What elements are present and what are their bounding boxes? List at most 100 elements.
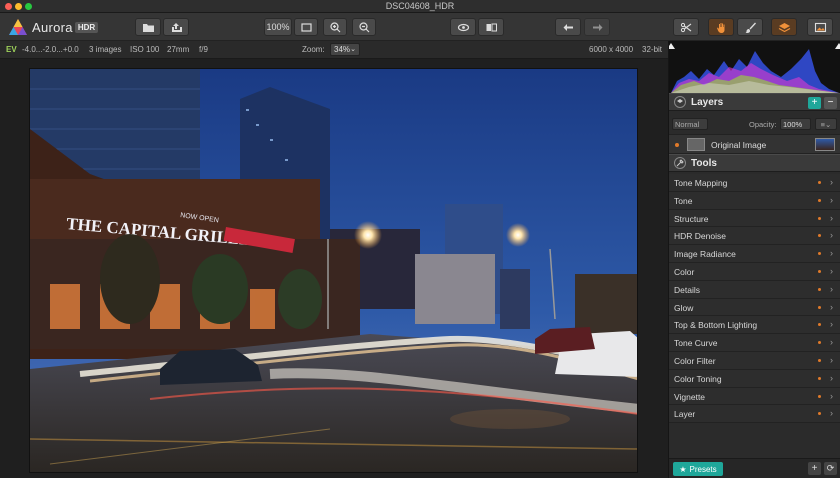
window-title: DSC04608_HDR [385, 1, 455, 11]
presets-label: Presets [689, 464, 717, 474]
share-icon [171, 22, 182, 32]
chevron-right-icon: › [830, 408, 833, 419]
undo-arrow-icon [563, 23, 573, 31]
menu-icon: ≡⌄ [820, 120, 832, 129]
add-layer-button[interactable]: + [808, 97, 821, 109]
image-resolution: 6000 x 4000 [589, 45, 634, 54]
layer-row[interactable]: Original Image [669, 134, 840, 154]
iso-value: ISO 100 [130, 45, 160, 54]
active-dot-icon [818, 376, 821, 380]
plus-icon: + [811, 463, 818, 474]
chevron-down-icon: ⌄ [350, 46, 356, 53]
zoom-out-button[interactable] [352, 18, 376, 36]
image-canvas-area[interactable]: THE CAPITAL GRILLE NOW OPEN [0, 59, 668, 478]
zoom-label: Zoom: [302, 45, 325, 54]
app-logo: Aurora HDR [8, 17, 99, 37]
plus-icon: + [811, 97, 818, 108]
chevron-right-icon: › [830, 177, 833, 187]
export-button[interactable] [807, 18, 833, 36]
layers-icon [674, 96, 686, 108]
preview-button[interactable] [450, 18, 476, 36]
layer-menu-button[interactable]: ≡⌄ [815, 118, 837, 130]
active-dot-icon [818, 323, 821, 327]
tool-color-toning[interactable]: Color Toning › [669, 369, 840, 388]
layer-controls: Normal Opacity: 100% ≡⌄ [669, 115, 840, 134]
tool-top-bottom-lighting[interactable]: Top & Bottom Lighting › [669, 316, 840, 335]
chevron-right-icon: › [830, 372, 833, 383]
histogram [669, 41, 840, 93]
hdr-photo[interactable]: THE CAPITAL GRILLE NOW OPEN [29, 68, 638, 473]
remove-layer-button[interactable]: − [824, 97, 837, 109]
image-export-icon [814, 22, 826, 32]
opacity-select[interactable]: 100% [780, 118, 811, 130]
add-preset-button[interactable]: + [808, 462, 821, 475]
chevron-right-icon: › [830, 354, 833, 365]
blend-mode-select[interactable]: Normal [672, 118, 708, 130]
panel-bottom-bar: ★ Presets + ⟳ [669, 458, 840, 478]
active-dot-icon [818, 358, 821, 362]
layers-panel-button[interactable] [771, 18, 797, 36]
active-dot-icon [818, 234, 821, 238]
tool-tone-mapping[interactable]: Tone Mapping › [669, 174, 840, 192]
active-dot-icon [818, 412, 821, 416]
zoom-in-icon [329, 21, 340, 32]
tools-section-header[interactable]: Tools [669, 154, 840, 172]
refresh-presets-button[interactable]: ⟳ [824, 462, 837, 475]
tool-tone-curve[interactable]: Tone Curve › [669, 334, 840, 352]
brush-tool-button[interactable] [737, 18, 763, 36]
layer-preview-thumbnail [815, 138, 835, 151]
ev-label: EV [6, 45, 17, 54]
presets-button[interactable]: ★ Presets [673, 462, 723, 476]
star-icon: ★ [679, 464, 687, 474]
eye-icon [457, 23, 469, 31]
redo-button[interactable] [584, 18, 610, 36]
tool-image-radiance[interactable]: Image Radiance › [669, 245, 840, 263]
chevron-right-icon: › [830, 230, 833, 241]
hand-tool-button[interactable] [708, 18, 734, 36]
crop-button[interactable] [673, 18, 699, 36]
tool-layer[interactable]: Layer › [669, 405, 840, 424]
chevron-right-icon: › [830, 283, 833, 294]
tool-list: Tone Mapping › Tone › Structure › HDR Denoi… [669, 174, 840, 424]
fit-icon [300, 22, 312, 32]
fit-screen-button[interactable] [294, 18, 318, 36]
layers-section-header[interactable]: Layers + − [669, 93, 840, 111]
active-dot-icon [818, 198, 821, 202]
blend-mode-value: Normal [675, 120, 700, 129]
active-dot-icon [818, 252, 821, 256]
zoom-select[interactable]: 34% ⌄ [330, 43, 360, 56]
layer-thumbnail [687, 138, 705, 151]
tool-tone[interactable]: Tone › [669, 191, 840, 210]
scissors-icon [680, 22, 691, 32]
tool-vignette[interactable]: Vignette › [669, 387, 840, 406]
split-view-icon [486, 23, 497, 31]
active-dot-icon [818, 181, 821, 184]
title-bar: DSC04608_HDR [0, 0, 840, 13]
active-dot-icon [818, 269, 821, 273]
active-dot-icon [818, 394, 821, 398]
chevron-right-icon: › [830, 265, 833, 276]
tool-details[interactable]: Details › [669, 280, 840, 299]
tool-color-filter[interactable]: Color Filter › [669, 351, 840, 370]
tool-structure[interactable]: Structure › [669, 209, 840, 228]
chevron-right-icon: › [830, 212, 833, 223]
undo-button[interactable] [555, 18, 581, 36]
zoom-in-button[interactable] [323, 18, 347, 36]
brush-icon [745, 22, 756, 33]
tool-color[interactable]: Color › [669, 262, 840, 281]
tools-icon [674, 157, 686, 169]
bit-depth: 32-bit [642, 45, 663, 54]
open-file-button[interactable] [135, 18, 161, 36]
zoom-100-button[interactable]: 100% [264, 18, 292, 36]
app-badge: HDR [74, 21, 99, 33]
chevron-right-icon: › [830, 390, 833, 401]
tool-glow[interactable]: Glow › [669, 298, 840, 317]
share-button[interactable] [163, 18, 189, 36]
compare-button[interactable] [478, 18, 504, 36]
city-night-photo: THE CAPITAL GRILLE NOW OPEN [30, 69, 637, 472]
aurora-hdr-window: DSC04608_HDR Aurora HDR 100% EV -4.0...-… [0, 0, 840, 478]
tool-hdr-denoise[interactable]: HDR Denoise › [669, 227, 840, 246]
minus-icon: − [827, 97, 834, 108]
hand-icon [716, 22, 724, 33]
layer-dot-icon [675, 143, 679, 147]
